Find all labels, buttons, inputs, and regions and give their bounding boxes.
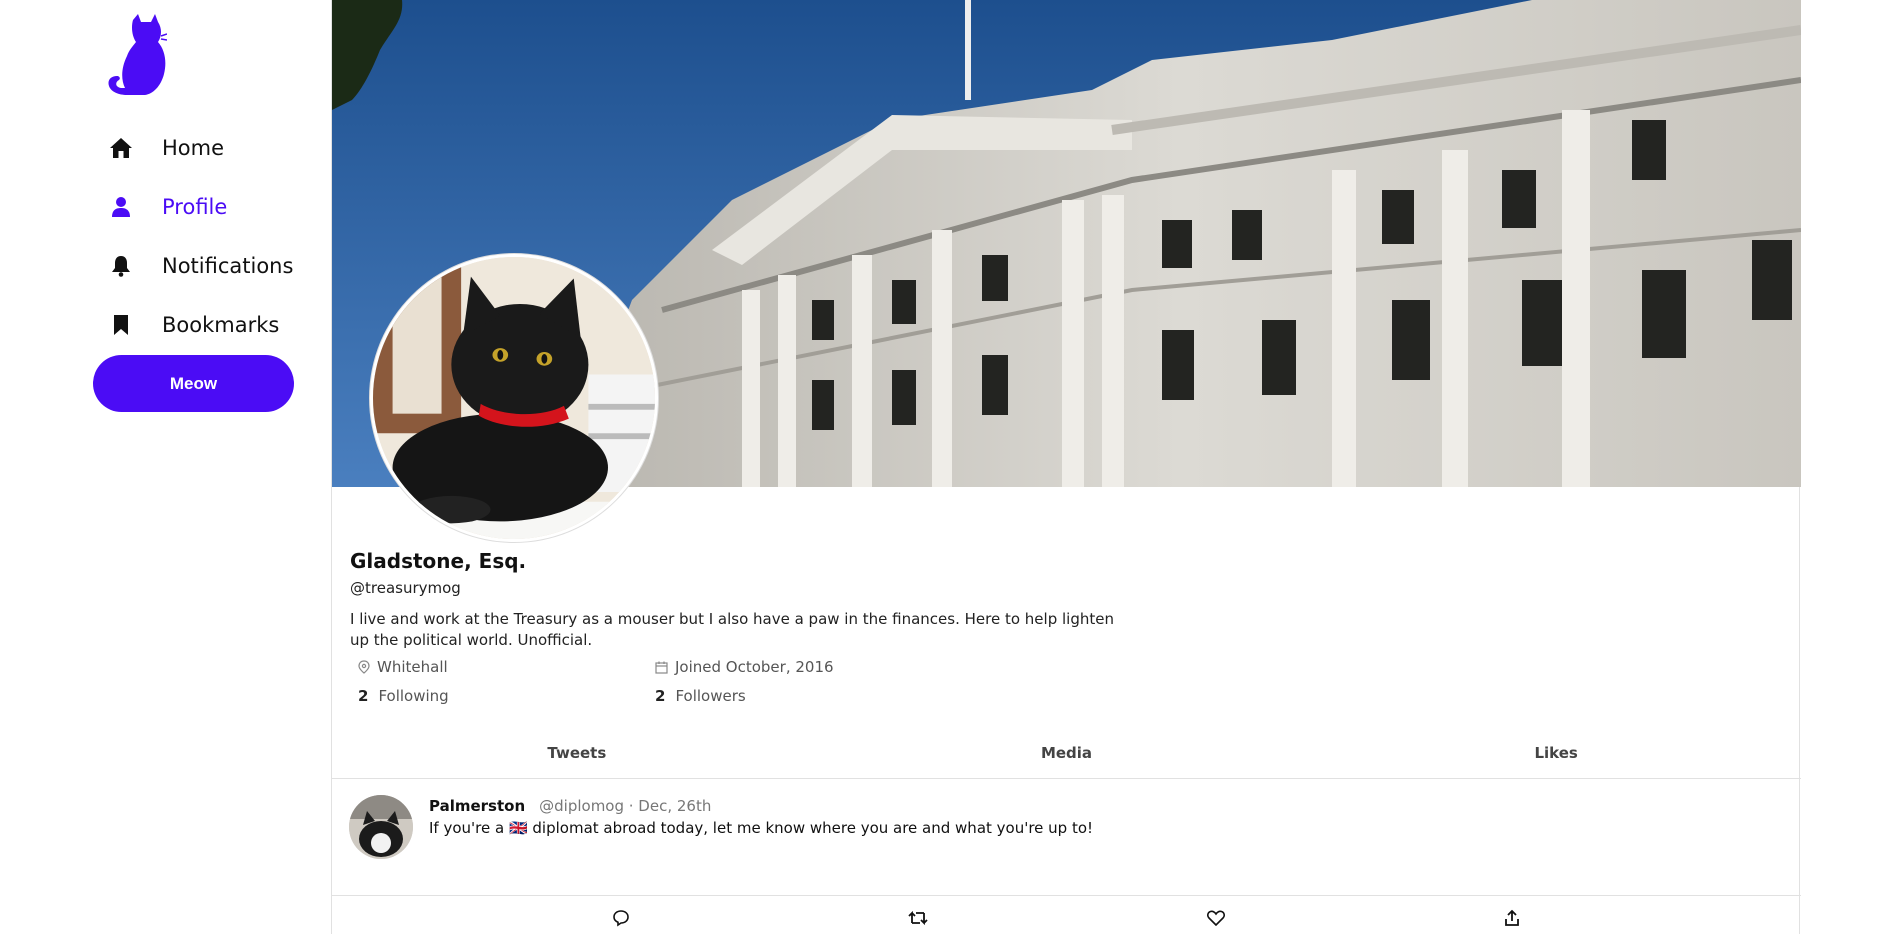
tab-media[interactable]: Media: [822, 735, 1312, 778]
tab-tweets[interactable]: Tweets: [332, 735, 822, 778]
tweet-item[interactable]: Palmerston @diplomog · Dec, 26th If you'r…: [332, 779, 1801, 896]
nav-label: Profile: [162, 194, 228, 219]
profile-handle: @treasurymog: [350, 579, 461, 597]
following-count-link[interactable]: 2 Following: [358, 687, 449, 705]
like-heart-icon[interactable]: [1206, 908, 1226, 928]
meow-button[interactable]: Meow: [93, 355, 294, 412]
display-name: Gladstone, Esq.: [350, 549, 527, 573]
profile-bio: I live and work at the Treasury as a mou…: [350, 610, 1114, 649]
nav-item-profile[interactable]: Profile: [106, 177, 293, 236]
location-pin-icon: [358, 660, 370, 674]
followers-count: 2: [655, 687, 666, 705]
nav-item-home[interactable]: Home: [106, 118, 293, 177]
profile-joined: Joined October, 2016: [655, 658, 834, 676]
bell-icon: [106, 251, 136, 281]
following-label: Following: [378, 687, 449, 705]
tweet-text: If you're a 🇬🇧 diplomat abroad today, le…: [429, 819, 1094, 837]
followers-count-link[interactable]: 2 Followers: [655, 687, 746, 705]
nav-label: Notifications: [162, 253, 294, 278]
cat-logo-icon[interactable]: [105, 14, 167, 100]
nav-label: Bookmarks: [162, 312, 280, 337]
tweet-author-name[interactable]: Palmerston: [429, 797, 525, 815]
tweet-header: Palmerston @diplomog · Dec, 26th: [429, 797, 711, 815]
retweet-icon[interactable]: [908, 908, 928, 928]
person-icon: [106, 192, 136, 222]
profile-main: Gladstone, Esq. @treasurymog I live and …: [331, 0, 1801, 934]
joined-text: Joined October, 2016: [675, 658, 834, 676]
tweet-meta: @diplomog · Dec, 26th: [539, 797, 712, 815]
profile-avatar[interactable]: [370, 254, 658, 542]
profile-info: Gladstone, Esq. @treasurymog I live and …: [350, 549, 1150, 651]
following-count: 2: [358, 687, 369, 705]
reply-icon[interactable]: [611, 908, 631, 928]
tweet-author-avatar[interactable]: [349, 795, 413, 859]
bookmark-icon: [106, 310, 136, 340]
main-nav: Home Profile Notifications Bookmarks: [106, 118, 293, 354]
tweet-actions: [332, 896, 1801, 934]
share-icon[interactable]: [1502, 908, 1522, 928]
home-icon: [106, 133, 136, 163]
profile-tabs: Tweets Media Likes: [332, 735, 1801, 779]
nav-label: Home: [162, 135, 225, 160]
sidebar: Home Profile Notifications Bookmarks Meo…: [0, 0, 331, 934]
nav-item-notifications[interactable]: Notifications: [106, 236, 293, 295]
calendar-icon: [655, 661, 668, 674]
followers-label: Followers: [675, 687, 746, 705]
location-text: Whitehall: [377, 658, 448, 676]
nav-item-bookmarks[interactable]: Bookmarks: [106, 295, 293, 354]
profile-location: Whitehall: [358, 658, 448, 676]
tab-likes[interactable]: Likes: [1311, 735, 1801, 778]
